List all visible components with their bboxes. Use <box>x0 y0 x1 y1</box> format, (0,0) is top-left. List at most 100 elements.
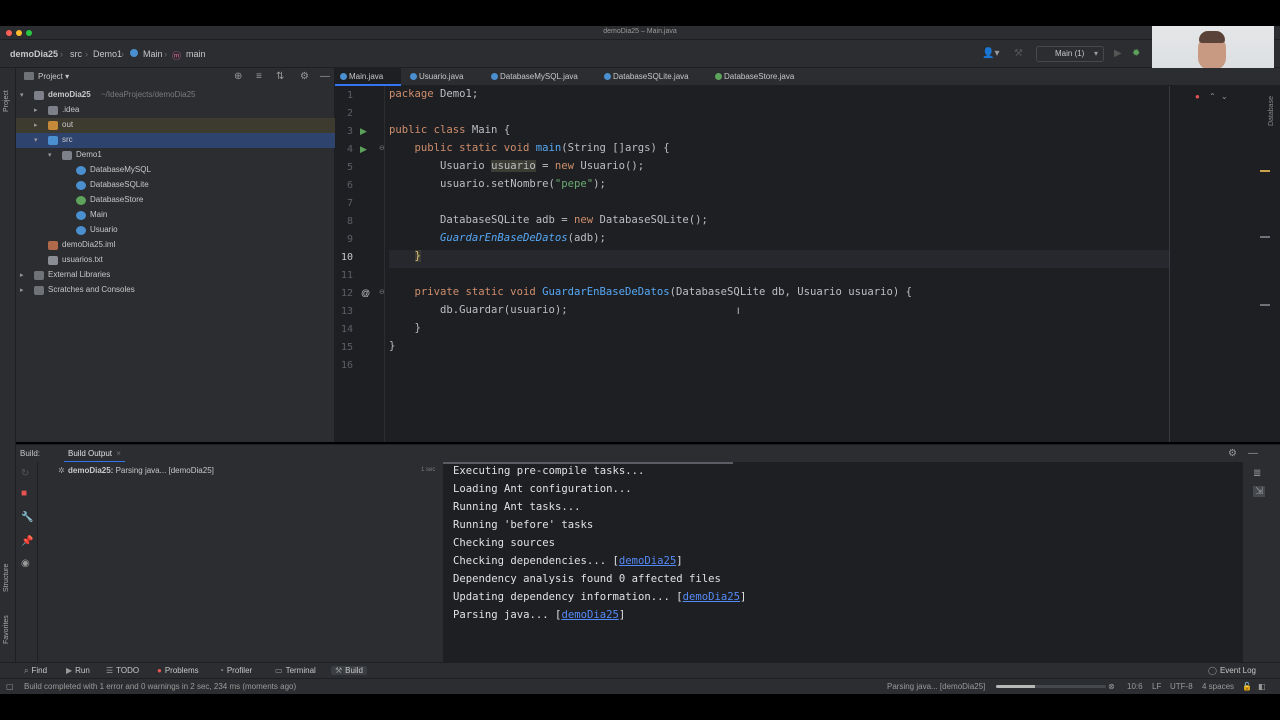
chevron-up-icon[interactable]: ⌃ <box>1209 92 1216 101</box>
error-indicator-icon[interactable]: ● <box>1195 92 1200 101</box>
chevron-down-icon[interactable]: ▾ <box>34 136 38 144</box>
tree-item-package[interactable]: ▾ Demo1 <box>16 148 335 163</box>
collapse-all-icon[interactable]: ⇅ <box>276 71 284 82</box>
tab-databasemysql-java[interactable]: DatabaseMySQL.java <box>486 68 596 86</box>
chevron-right-icon[interactable]: ▸ <box>34 106 38 114</box>
event-log-tool-button[interactable]: ◯ Event Log <box>1208 666 1256 675</box>
chevron-down-icon[interactable]: ▾ <box>48 151 52 159</box>
database-tool-window-button[interactable]: Database <box>1268 96 1275 126</box>
hide-panel-icon[interactable]: — <box>1248 448 1258 459</box>
tree-item-class[interactable]: DatabaseSQLite <box>16 178 335 193</box>
stop-icon[interactable]: ■ <box>21 488 27 499</box>
console-link[interactable]: demoDia25 <box>683 591 740 603</box>
tab-usuario-java[interactable]: Usuario.java <box>405 68 485 86</box>
debug-bug-icon[interactable]: ✹ <box>1132 48 1140 59</box>
chevron-down-icon[interactable]: ⌄ <box>1221 92 1228 101</box>
editor-scrollbar[interactable] <box>1265 86 1280 442</box>
expand-all-icon[interactable]: ≡ <box>256 71 262 82</box>
tree-item-file[interactable]: demoDia25.iml <box>16 238 335 253</box>
breadcrumb-project[interactable]: demoDia25 <box>10 49 58 59</box>
background-task-label[interactable]: Parsing java... [demoDia25] <box>887 682 985 691</box>
structure-tool-window-button[interactable]: Structure <box>3 564 10 592</box>
gear-icon[interactable]: ⚙ <box>1228 448 1237 459</box>
locate-file-icon[interactable]: ⊕ <box>234 71 242 82</box>
run-configuration-selector[interactable]: Main (1) ▾ <box>1036 46 1104 62</box>
favorites-tool-window-button[interactable]: Favorites <box>3 615 10 644</box>
line-separator[interactable]: LF <box>1152 682 1161 691</box>
status-message[interactable]: Build completed with 1 error and 0 warni… <box>24 682 296 691</box>
tree-item-class[interactable]: Main <box>16 208 335 223</box>
title-bar: demoDia25 – Main.java <box>0 26 1280 40</box>
code-line: DatabaseSQLite adb = new DatabaseSQLite(… <box>389 214 708 232</box>
chevron-right-icon[interactable]: ▸ <box>20 286 24 294</box>
run-method-icon[interactable]: ▶ <box>360 144 367 155</box>
breadcrumb-class[interactable]: Main <box>143 49 163 59</box>
presenter-hair <box>1199 31 1225 43</box>
pin-icon[interactable]: 📌 <box>21 536 33 547</box>
problems-tool-button[interactable]: ● Problems <box>157 666 199 675</box>
warning-stripe-marker[interactable] <box>1260 170 1270 172</box>
project-view-selector[interactable]: Project ▾ <box>38 72 69 81</box>
tree-item-external-libraries[interactable]: ▸ External Libraries <box>16 268 335 283</box>
tree-item-scratches[interactable]: ▸ Scratches and Consoles <box>16 283 335 298</box>
lock-icon[interactable]: 🔓 <box>1242 682 1252 691</box>
tree-item-class[interactable]: Usuario <box>16 223 335 238</box>
tree-item-idea[interactable]: ▸ .idea <box>16 103 335 118</box>
build-tool-button[interactable]: ⚒ Build <box>331 666 367 675</box>
tab-databasesqlite-java[interactable]: DatabaseSQLite.java <box>599 68 709 86</box>
memory-indicator-icon[interactable]: ◧ <box>1258 682 1266 691</box>
hide-panel-icon[interactable]: — <box>320 71 330 82</box>
wrench-icon[interactable]: 🔧 <box>21 512 33 523</box>
chevron-down-icon[interactable]: ▾ <box>20 91 24 99</box>
tree-item-interface[interactable]: DatabaseStore <box>16 193 335 208</box>
hammer-icon[interactable]: ⚒ <box>1014 48 1023 59</box>
project-tool-window-button[interactable]: Project <box>3 90 10 112</box>
tab-databasestore-java[interactable]: DatabaseStore.java <box>710 68 820 86</box>
terminal-tool-button[interactable]: ▭ Terminal <box>275 666 316 675</box>
gear-icon[interactable]: ⚙ <box>300 71 309 82</box>
profiler-tool-button[interactable]: ◔ Profiler <box>219 666 252 675</box>
fold-icon[interactable]: ⊖ <box>379 144 385 152</box>
breadcrumb-package[interactable]: Demo1 <box>93 49 122 59</box>
cancel-task-icon[interactable]: ⊗ <box>1108 682 1115 691</box>
tree-item-file[interactable]: usuarios.txt <box>16 253 335 268</box>
run-icon[interactable]: ▶ <box>1114 48 1122 59</box>
rebuild-icon[interactable]: ↻ <box>21 468 29 479</box>
usage-stripe-marker[interactable] <box>1260 304 1270 306</box>
todo-tool-button[interactable]: ☰ TODO <box>106 666 139 675</box>
console-link[interactable]: demoDia25 <box>619 555 676 567</box>
scroll-to-end-icon[interactable]: ⇲ <box>1253 486 1266 497</box>
caret-position[interactable]: 10:6 <box>1127 682 1143 691</box>
console-link[interactable]: demoDia25 <box>561 609 618 621</box>
tree-item-out[interactable]: ▸ out <box>16 118 335 133</box>
soft-wrap-icon[interactable]: ≣ <box>1253 468 1261 479</box>
line-number: 8 <box>346 216 353 227</box>
line-number: 13 <box>340 306 353 317</box>
chevron-right-icon[interactable]: ▸ <box>34 121 38 129</box>
close-tab-icon[interactable]: × <box>116 449 121 458</box>
usage-stripe-marker[interactable] <box>1260 236 1270 238</box>
tab-main-java[interactable]: Main.java <box>335 68 401 86</box>
tool-label: TODO <box>116 666 140 675</box>
run-class-icon[interactable]: ▶ <box>360 126 367 137</box>
build-panel-header: Build: Build Output × ⚙ — <box>16 444 1280 463</box>
file-encoding[interactable]: UTF-8 <box>1170 682 1193 691</box>
indent-setting[interactable]: 4 spaces <box>1202 682 1234 691</box>
run-tool-button[interactable]: ▶ Run <box>66 666 90 675</box>
eye-icon[interactable]: ◉ <box>21 558 30 569</box>
breadcrumb-method[interactable]: main <box>186 49 206 59</box>
build-tree-item[interactable]: demoDia25: Parsing java... [demoDia25] <box>68 466 214 475</box>
code-editor[interactable]: 1 2 3 4 5 6 7 8 9 10 11 12 13 14 15 16 ▶… <box>335 86 1280 442</box>
user-icon[interactable]: 👤▾ <box>982 48 999 59</box>
build-console[interactable]: Executing pre-compile tasks... Loading An… <box>443 462 1243 662</box>
fold-icon[interactable]: ⊖ <box>379 288 385 296</box>
breadcrumb-src[interactable]: src <box>70 49 82 59</box>
tab-build-output[interactable]: Build Output × <box>64 445 125 463</box>
chevron-right-icon[interactable]: ▸ <box>20 271 24 279</box>
tree-item-src[interactable]: ▾ src <box>16 133 335 148</box>
panel-toggle-icon[interactable]: ▢ <box>6 682 14 691</box>
tree-item-class[interactable]: DatabaseMySQL <box>16 163 335 178</box>
tree-item-project-root[interactable]: ▾ demoDia25 ~/IdeaProjects/demoDia25 <box>16 88 335 103</box>
find-tool-button[interactable]: ⌕ Find <box>24 666 47 676</box>
code-line: db.Guardar(usuario); <box>389 304 568 322</box>
